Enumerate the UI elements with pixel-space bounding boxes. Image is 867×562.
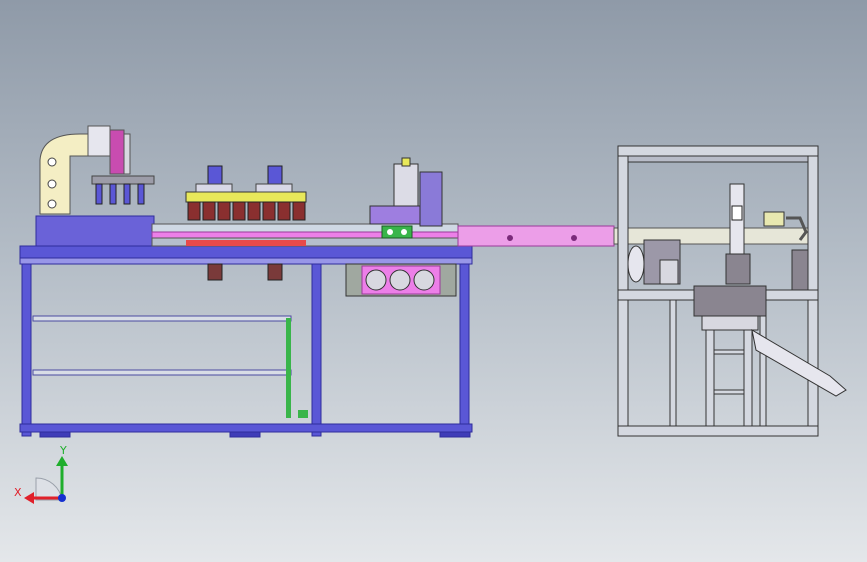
c-frame-press (39, 125, 155, 215)
left-shelves (32, 315, 308, 418)
axis-triad: Y X (14, 444, 68, 504)
right-machine (617, 145, 847, 437)
under-table-unit (345, 263, 457, 297)
base-block (35, 215, 155, 247)
z-axis-origin-icon (58, 494, 66, 502)
left-machine (19, 125, 473, 438)
transfer-beam (457, 225, 815, 247)
y-axis-arrowhead-icon (56, 456, 68, 466)
x-axis-label: X (14, 486, 22, 499)
x-axis-arrowhead-icon (24, 492, 34, 504)
machine-assembly-drawing: Y X (14, 125, 847, 504)
y-axis-label: Y (59, 444, 67, 457)
cad-viewport[interactable]: Y X (0, 0, 867, 562)
